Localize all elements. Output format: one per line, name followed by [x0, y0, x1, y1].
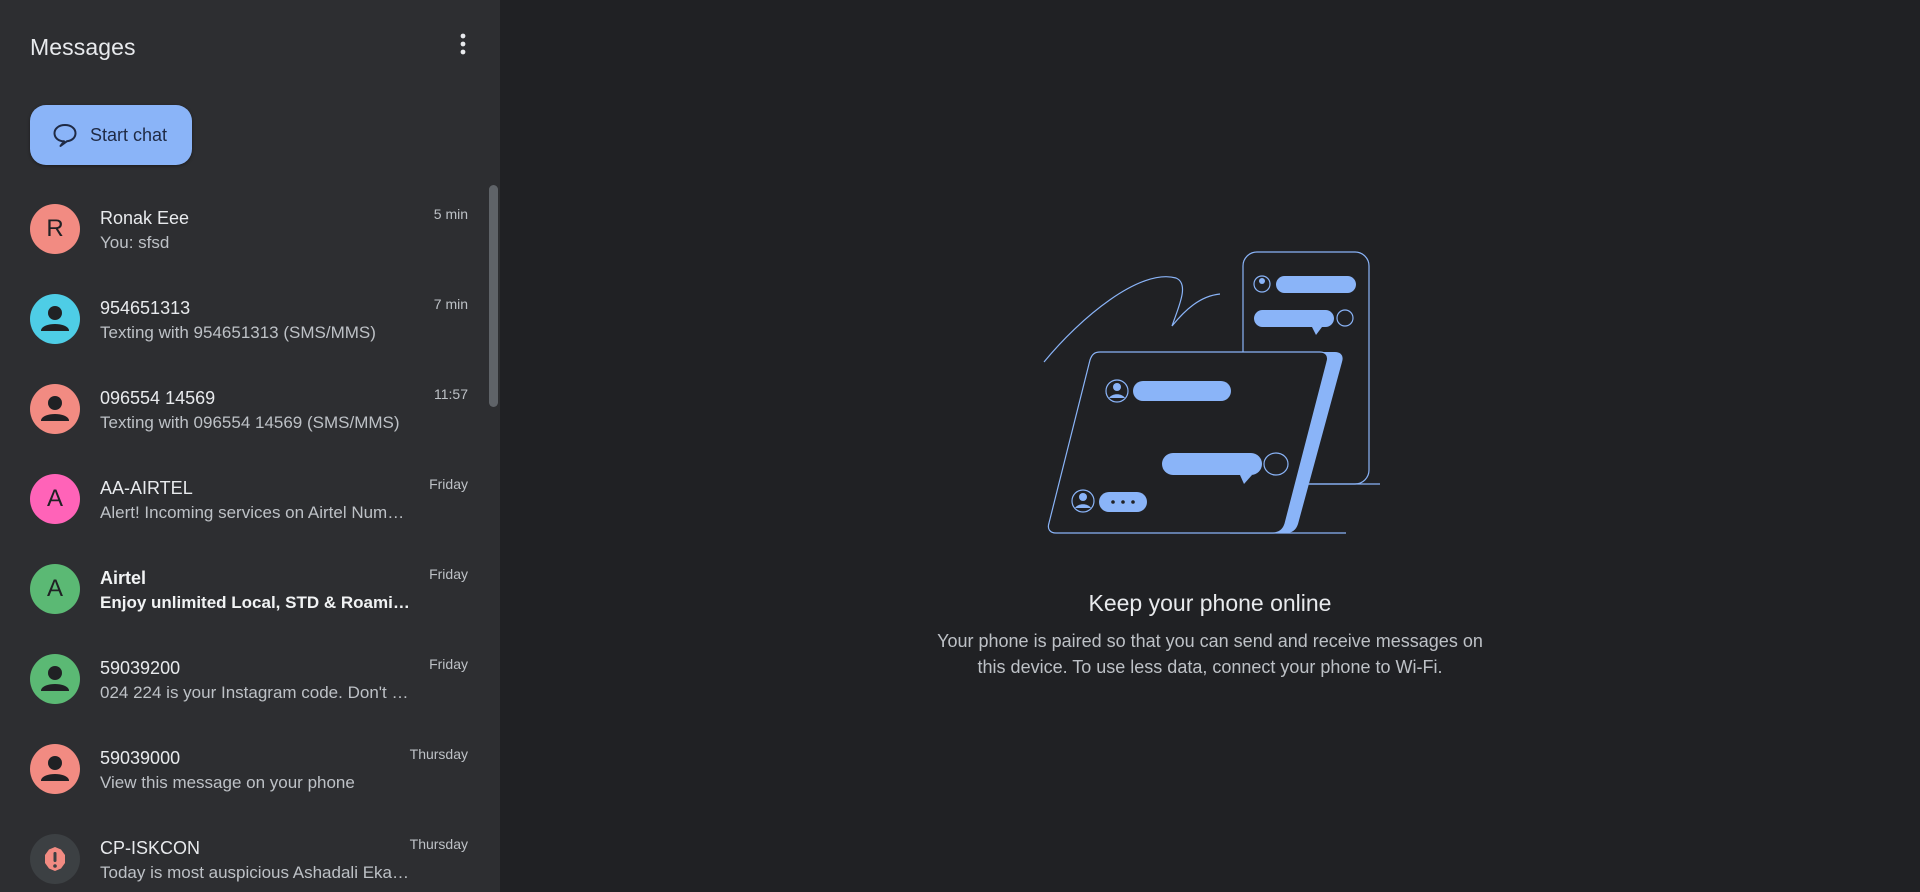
chat-bubble-icon [53, 124, 77, 147]
conversation-name: Airtel [100, 568, 147, 588]
conversation-timestamp: Thursday [409, 746, 468, 762]
more-options-button[interactable] [447, 28, 479, 60]
conversation-item[interactable]: A Airtel Enjoy unlimited Local, STD & Roam… [0, 538, 490, 628]
conversation-snippet: You: sfsd [100, 233, 170, 252]
conversation-timestamp: Friday [429, 566, 468, 582]
conversation-item[interactable]: 954651313 Texting with 954651313 (SMS/MMS… [0, 268, 490, 358]
conversation-timestamp: 11:57 [434, 386, 468, 402]
avatar-letter: A [46, 485, 63, 512]
conversation-timestamp: 5 min [433, 206, 468, 222]
conversation-list: R Ronak Eee You: sfsd 5 min 954651313 Texting… [0, 178, 490, 892]
conversation-item[interactable]: 59039000 View this message on your phone T… [0, 718, 490, 808]
avatar [30, 834, 80, 884]
start-chat-button[interactable]: Start chat [30, 105, 192, 165]
avatar-letter: R [46, 215, 64, 242]
sidebar-header: Messages [0, 0, 500, 94]
conversation-timestamp: Thursday [409, 836, 468, 852]
conversation-item[interactable]: 59039200 024 224 is your Instagram code. … [0, 628, 490, 718]
sidebar: Messages Start chat R Ronak Eee You: sfsd 5… [0, 0, 500, 892]
avatar [30, 384, 80, 434]
conversation-snippet: Today is most auspicious Ashadali Ekadas… [100, 863, 410, 882]
conversation-timestamp: Friday [429, 656, 468, 672]
avatar [30, 294, 80, 344]
more-vert-icon [460, 33, 466, 55]
avatar-letter: A [46, 575, 63, 602]
conversation-name: 954651313 [100, 298, 191, 318]
conversation-item[interactable]: CP-ISKCON Today is most auspicious Ashada… [0, 808, 490, 892]
avatar: R [30, 204, 80, 254]
conversation-item[interactable]: 096554 14569 Texting with 096554 14569 (S… [0, 358, 490, 448]
conversation-item[interactable]: R Ronak Eee You: sfsd 5 min [0, 178, 490, 268]
messages-app: Messages Start chat R Ronak Eee You: sfsd 5… [0, 0, 1920, 892]
conversation-name: AA-AIRTEL [100, 478, 193, 498]
start-chat-label: Start chat [90, 124, 168, 145]
main-pane: Keep your phone online Your phone is pai… [500, 0, 1920, 892]
person-icon [41, 666, 69, 691]
avatar: A [30, 474, 80, 524]
conversation-snippet: Texting with 096554 14569 (SMS/MMS) [100, 413, 400, 432]
alert-icon [45, 847, 65, 871]
avatar: A [30, 564, 80, 614]
conversation-name: 59039200 [100, 658, 181, 678]
conversation-name: 096554 14569 [100, 388, 216, 408]
avatar [30, 744, 80, 794]
conversation-item[interactable]: A AA-AIRTEL Alert! Incoming services on Ai… [0, 448, 490, 538]
person-icon [41, 756, 69, 781]
person-icon [41, 306, 69, 331]
conversation-snippet: Texting with 954651313 (SMS/MMS) [100, 323, 376, 342]
conversation-name: 59039000 [100, 748, 181, 768]
conversation-timestamp: 7 min [433, 296, 468, 312]
phone-laptop-illustration [1043, 251, 1380, 534]
page-title: Messages [30, 34, 136, 60]
person-icon [41, 396, 69, 421]
sidebar-scrollbar[interactable] [489, 185, 498, 407]
conversation-snippet: View this message on your phone [100, 773, 355, 792]
conversation-snippet: Alert! Incoming services on Airtel Numbe… [100, 503, 410, 522]
empty-state-title: Keep your phone online [1088, 590, 1332, 616]
conversation-name: CP-ISKCON [100, 838, 201, 858]
empty-state-description: Your phone is paired so that you can sen… [937, 631, 1483, 677]
conversation-timestamp: Friday [429, 476, 468, 492]
conversation-snippet: Enjoy unlimited Local, STD & Roaming cal… [100, 593, 410, 612]
conversation-snippet: 024 224 is your Instagram code. Don't sh… [100, 683, 410, 702]
conversation-name: Ronak Eee [100, 208, 190, 228]
avatar [30, 654, 80, 704]
